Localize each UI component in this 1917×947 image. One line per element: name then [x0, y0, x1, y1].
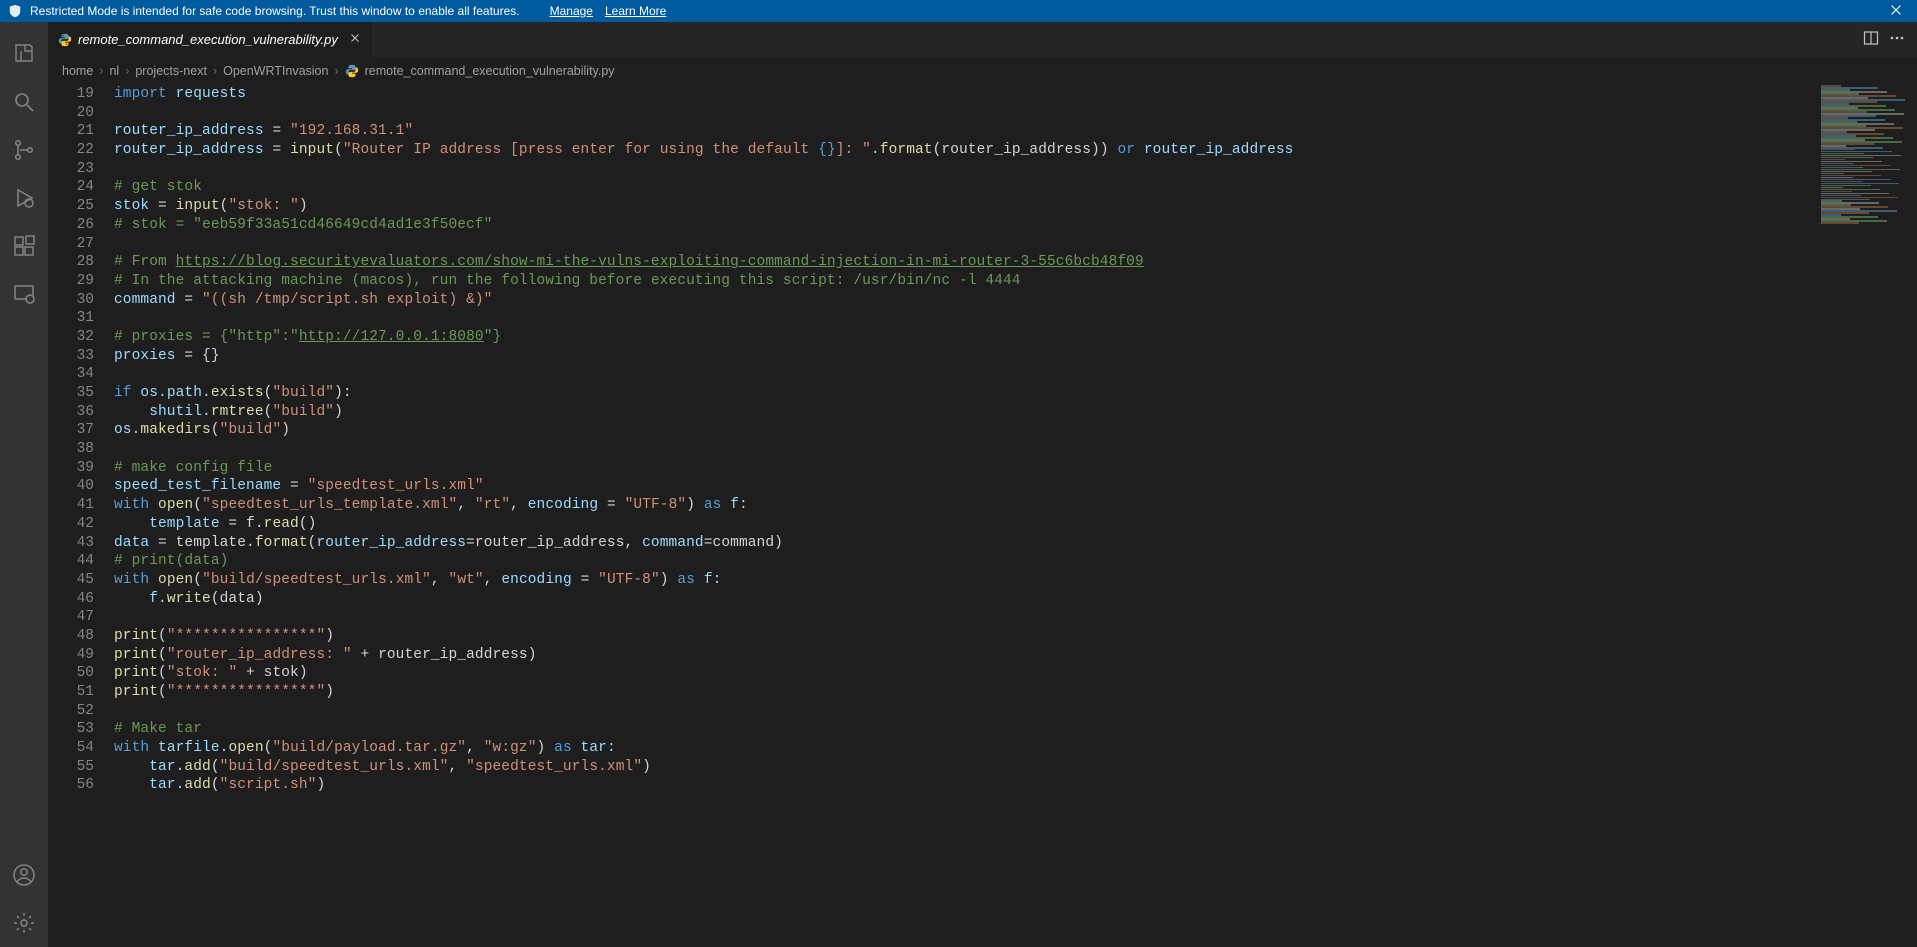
remote-explorer-icon[interactable] [0, 270, 48, 318]
breadcrumb-item[interactable]: projects-next [135, 64, 207, 78]
breadcrumb-item[interactable]: home [62, 64, 93, 78]
chevron-right-icon: › [125, 64, 129, 78]
breadcrumbs[interactable]: home › nl › projects-next › OpenWRTInvas… [48, 57, 1917, 85]
restricted-mode-banner: Restricted Mode is intended for safe cod… [0, 0, 1917, 22]
explorer-icon[interactable] [0, 30, 48, 78]
banner-close-button[interactable] [1883, 1, 1909, 22]
banner-text: Restricted Mode is intended for safe cod… [30, 4, 520, 18]
code-content[interactable]: import requests router_ip_address = "192… [114, 85, 1917, 947]
search-icon[interactable] [0, 78, 48, 126]
banner-manage-link[interactable]: Manage [550, 4, 593, 18]
source-control-icon[interactable] [0, 126, 48, 174]
shield-icon [8, 4, 22, 18]
run-debug-icon[interactable] [0, 174, 48, 222]
line-number-gutter: 1920212223242526272829303132333435363738… [48, 85, 114, 947]
banner-learn-link[interactable]: Learn More [605, 4, 666, 18]
editor-tab[interactable]: remote_command_execution_vulnerability.p… [48, 22, 373, 57]
more-actions-icon[interactable] [1889, 30, 1905, 49]
editor-actions [1863, 22, 1917, 57]
python-file-icon [58, 33, 72, 47]
breadcrumb-item[interactable]: OpenWRTInvasion [223, 64, 328, 78]
extensions-icon[interactable] [0, 222, 48, 270]
tab-filename: remote_command_execution_vulnerability.p… [78, 32, 338, 47]
split-editor-icon[interactable] [1863, 30, 1879, 49]
chevron-right-icon: › [213, 64, 217, 78]
tab-bar: remote_command_execution_vulnerability.p… [48, 22, 1917, 57]
editor-region: remote_command_execution_vulnerability.p… [48, 22, 1917, 947]
python-file-icon [345, 64, 359, 78]
settings-gear-icon[interactable] [0, 899, 48, 947]
code-editor[interactable]: 1920212223242526272829303132333435363738… [48, 85, 1917, 947]
chevron-right-icon: › [334, 64, 338, 78]
chevron-right-icon: › [99, 64, 103, 78]
breadcrumb-item[interactable]: remote_command_execution_vulnerability.p… [365, 64, 615, 78]
breadcrumb-item[interactable]: nl [109, 64, 119, 78]
accounts-icon[interactable] [0, 851, 48, 899]
activity-bar [0, 22, 48, 947]
tab-close-icon[interactable] [348, 31, 362, 48]
